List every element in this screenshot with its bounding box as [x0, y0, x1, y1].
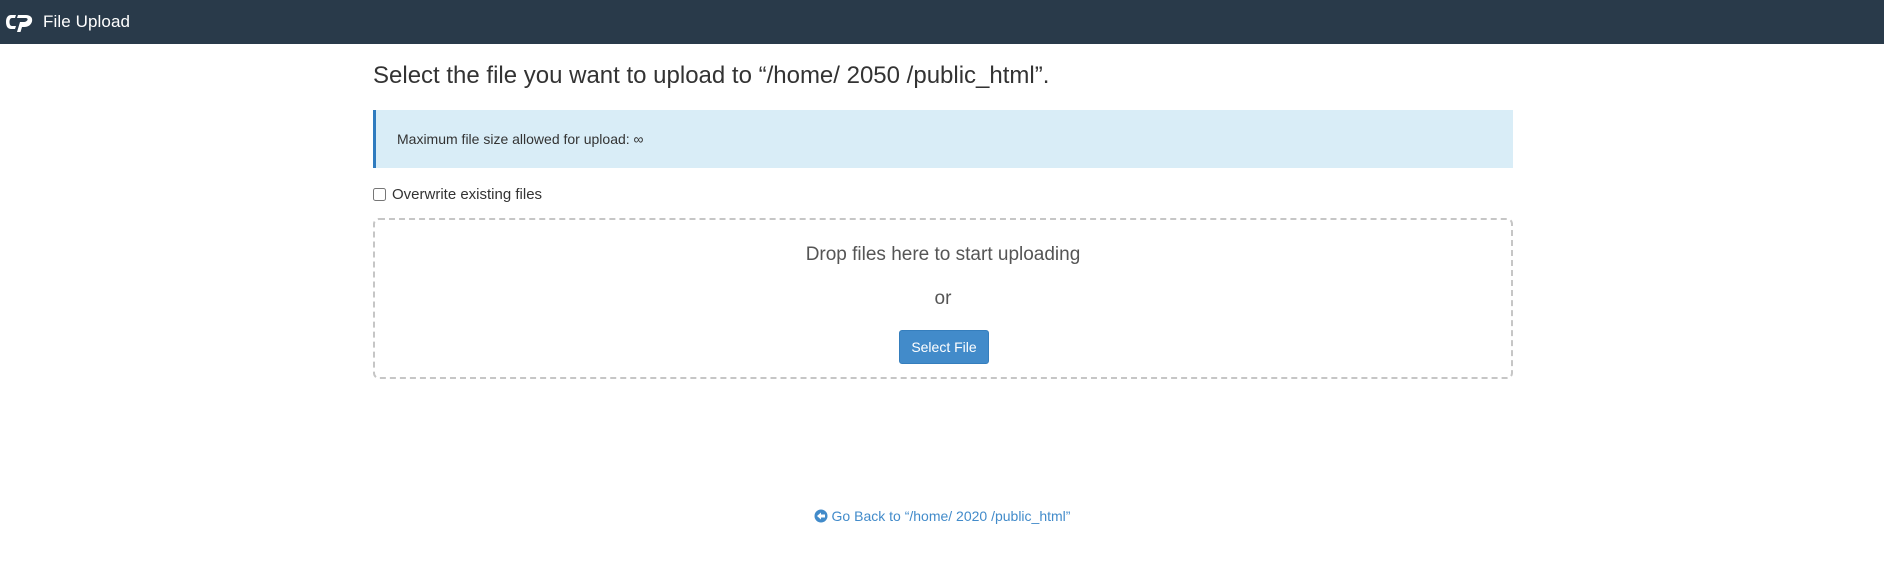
drop-text: Drop files here to start uploading	[805, 244, 1081, 265]
go-back-label: Go Back to “/home/ 2020 /public_html”	[831, 508, 1071, 524]
or-text: or	[934, 288, 952, 309]
overwrite-checkbox[interactable]	[373, 188, 386, 201]
arrow-circle-left-icon	[814, 509, 828, 523]
go-back-link[interactable]: Go Back to “/home/ 2020 /public_html”	[814, 508, 1071, 524]
page-title: File Upload	[43, 12, 131, 31]
max-size-alert: Maximum file size allowed for upload: ∞	[373, 110, 1513, 168]
overwrite-label: Overwrite existing files	[392, 186, 543, 203]
select-file-button[interactable]: Select File	[899, 330, 989, 364]
alert-text: Maximum file size allowed for upload: ∞	[397, 131, 644, 147]
file-dropzone[interactable]: Drop files here to start uploading or Se…	[373, 218, 1513, 379]
overwrite-option[interactable]: Overwrite existing files	[373, 186, 542, 203]
top-bar: File Upload	[0, 0, 1884, 44]
upload-heading: Select the file you want to upload to “/…	[373, 62, 1050, 89]
go-back-container: Go Back to “/home/ 2020 /public_html”	[0, 508, 1884, 524]
cpanel-logo-icon[interactable]	[5, 11, 35, 33]
